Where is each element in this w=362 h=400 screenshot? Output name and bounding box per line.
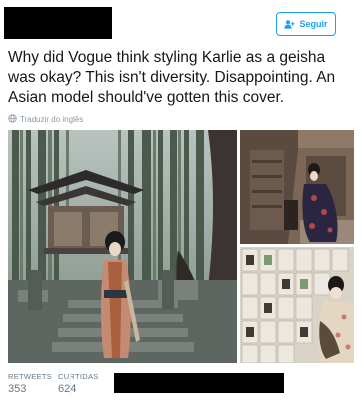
retweets-count: 353 [8, 383, 27, 395]
redacted-username [4, 7, 112, 39]
likes-count: 624 [58, 383, 77, 395]
retweets-stat[interactable]: RETWEETS 353 [8, 372, 52, 395]
translate-label: Traduzir do inglês [20, 115, 84, 124]
follow-button[interactable]: Seguir [276, 12, 336, 36]
redacted-avatars [114, 373, 284, 393]
add-user-icon [284, 19, 296, 29]
stats-divider [70, 372, 71, 394]
tweet-photo-bottom-right[interactable] [240, 247, 354, 363]
retweets-label: RETWEETS [8, 372, 53, 381]
translate-link[interactable]: Traduzir do inglês [8, 114, 83, 125]
likes-stat[interactable]: CURTIDAS 624 [58, 372, 99, 395]
likes-label: CURTIDAS [58, 372, 99, 381]
tweet-photo-top-right[interactable] [240, 130, 354, 244]
tweet-text: Why did Vogue think styling Karlie as a … [8, 49, 336, 106]
tweet-photo-main[interactable] [8, 130, 237, 363]
follow-label: Seguir [299, 19, 328, 29]
globe-icon [8, 114, 17, 125]
